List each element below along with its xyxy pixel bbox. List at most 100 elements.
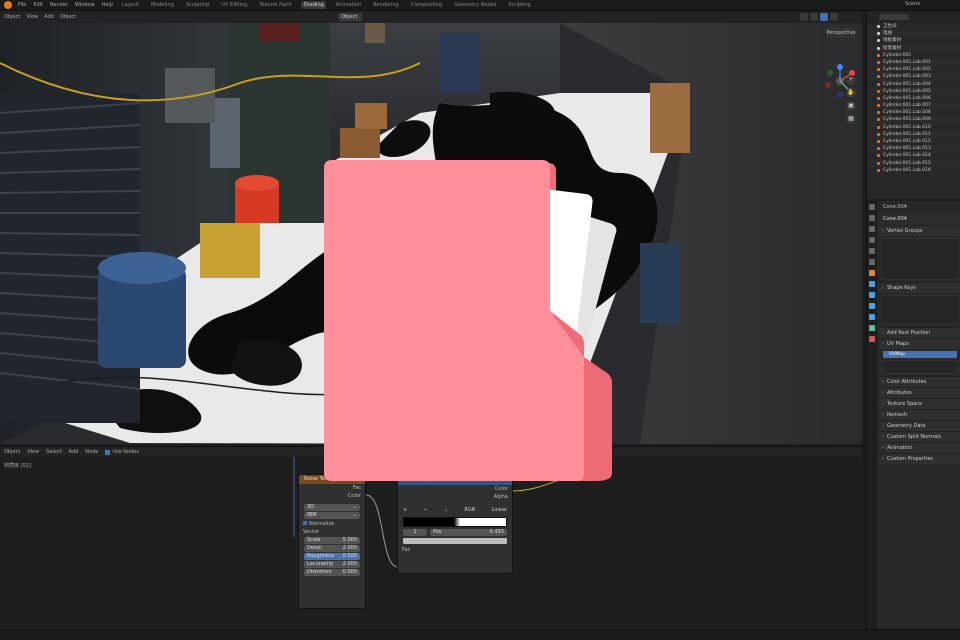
mode-dropdown[interactable]: Object bbox=[338, 13, 362, 21]
outliner-item[interactable]: Cylinder.001.Lab.001 bbox=[867, 58, 960, 67]
wireframe-shading-button[interactable] bbox=[800, 13, 808, 21]
lacunarity-field[interactable]: Lacunarity 2.000 bbox=[304, 561, 360, 568]
tab-uv-editing[interactable]: UV Editing bbox=[219, 1, 249, 9]
section-color-attributes[interactable]: Color Attributes bbox=[879, 376, 960, 388]
type-dropdown[interactable]: fBM ⌄ bbox=[304, 512, 360, 519]
constraints-tab-icon[interactable] bbox=[869, 314, 875, 320]
menu-window[interactable]: Window bbox=[75, 2, 95, 8]
noise-texture-node[interactable]: Noise Texture Fac Color 3D ⌄ fBM ⌄ Normali… bbox=[298, 474, 366, 609]
outliner-item[interactable]: Cylinder.001.Lab.003 bbox=[867, 73, 960, 81]
distortion-field[interactable]: Distortion 0.000 bbox=[304, 569, 360, 576]
physics-tab-icon[interactable] bbox=[869, 303, 875, 309]
outliner-item[interactable]: Cylinder.001.Lab.012 bbox=[867, 138, 960, 145]
outliner-item[interactable]: Cylinder.001 bbox=[867, 52, 960, 59]
section-uv-maps[interactable]: UV Maps bbox=[879, 338, 960, 350]
add-stop-icon[interactable]: + bbox=[403, 507, 407, 513]
section-custom-properties[interactable]: Custom Properties bbox=[879, 453, 960, 465]
uv-maps-list[interactable] bbox=[881, 360, 959, 374]
ne-menu-view[interactable]: View bbox=[27, 449, 39, 455]
outliner-item[interactable]: 卫生间 bbox=[867, 23, 960, 30]
outliner-item[interactable]: 地板素材 bbox=[867, 37, 960, 44]
outliner-item[interactable]: Cylinder.001.Lab.013 bbox=[867, 145, 960, 153]
viewport-menu-view[interactable]: View bbox=[26, 14, 38, 20]
section-shape-keys[interactable]: Shape Keys bbox=[879, 282, 960, 294]
tab-texture-paint[interactable]: Texture Paint bbox=[257, 1, 293, 9]
outliner-item[interactable]: Cylinder.001.Lab.015 bbox=[867, 159, 960, 167]
tab-compositing[interactable]: Compositing bbox=[409, 1, 444, 9]
material-shading-button[interactable] bbox=[820, 13, 828, 21]
object-tab-icon[interactable] bbox=[869, 270, 875, 276]
outliner-item[interactable]: Cylinder.001.Lab.009 bbox=[867, 116, 960, 124]
rendered-shading-button[interactable] bbox=[830, 13, 838, 21]
normalize-checkbox[interactable] bbox=[303, 521, 307, 525]
section-add-rest-position[interactable]: Add Rest Position bbox=[879, 327, 960, 339]
scene-selector[interactable]: Scene bbox=[905, 1, 920, 7]
render-tab-icon[interactable] bbox=[869, 215, 875, 221]
pan-hand-icon[interactable]: ✋ bbox=[846, 88, 856, 98]
scene-tab-icon[interactable] bbox=[869, 248, 875, 254]
viewport-menu-object[interactable]: Object bbox=[4, 14, 20, 20]
outliner-item[interactable]: Cylinder.001.Lab.014 bbox=[867, 152, 960, 159]
viewport-menu-add[interactable]: Add bbox=[44, 14, 54, 20]
solid-shading-button[interactable] bbox=[810, 13, 818, 21]
scale-field[interactable]: Scale 5.000 bbox=[304, 537, 360, 544]
tab-modeling[interactable]: Modeling bbox=[149, 1, 176, 9]
world-tab-icon[interactable] bbox=[869, 259, 875, 265]
material-tab-icon[interactable] bbox=[869, 336, 875, 342]
outliner-item[interactable]: Cylinder.001.Lab.011 bbox=[867, 130, 960, 138]
tab-rendering[interactable]: Rendering bbox=[371, 1, 401, 9]
stop-index-field[interactable]: 1 bbox=[403, 529, 427, 536]
tab-animation[interactable]: Animation bbox=[334, 1, 364, 9]
menu-help[interactable]: Help bbox=[102, 2, 113, 8]
stop-pos-field[interactable]: Pos 0.493 bbox=[430, 529, 507, 536]
outliner-item[interactable]: Cylinder.001.Lab.006 bbox=[867, 95, 960, 102]
section-texture-space[interactable]: Texture Space bbox=[879, 398, 960, 410]
tool-tab-icon[interactable] bbox=[869, 204, 875, 210]
outliner-item[interactable]: Cylinder.001.Lab.010 bbox=[867, 124, 960, 131]
data-tab-icon[interactable] bbox=[869, 325, 875, 331]
vertex-groups-list[interactable] bbox=[881, 238, 959, 280]
stop-color-swatch[interactable] bbox=[403, 538, 507, 544]
menu-edit[interactable]: Edit bbox=[33, 2, 43, 8]
ramp-gradient-bar[interactable] bbox=[403, 517, 507, 527]
view-layer-tab-icon[interactable] bbox=[869, 237, 875, 243]
outliner-item[interactable]: 电线 bbox=[867, 30, 960, 38]
tab-geometry-nodes[interactable]: Geometry Nodes bbox=[452, 1, 498, 9]
outliner-item[interactable]: Cylinder.001.Lab.007 bbox=[867, 102, 960, 110]
outliner-item[interactable]: Cylinder.001.Lab.002 bbox=[867, 66, 960, 73]
dimensions-dropdown[interactable]: 3D ⌄ bbox=[304, 504, 360, 511]
particles-tab-icon[interactable] bbox=[869, 292, 875, 298]
outliner-item[interactable]: Cylinder.001.Lab.008 bbox=[867, 109, 960, 116]
ne-menu-select[interactable]: Select bbox=[46, 449, 61, 455]
output-tab-icon[interactable] bbox=[869, 226, 875, 232]
use-nodes-checkbox[interactable] bbox=[105, 449, 111, 455]
outliner-item[interactable]: Cylinder.001.Lab.016 bbox=[867, 167, 960, 174]
section-attributes[interactable]: Attributes bbox=[879, 387, 960, 399]
roughness-field[interactable]: Roughness 0.500 bbox=[304, 553, 360, 560]
modifier-tab-icon[interactable] bbox=[869, 281, 875, 287]
section-remesh[interactable]: Remesh bbox=[879, 409, 960, 421]
outliner-item[interactable]: Cylinder.001.Lab.004 bbox=[867, 81, 960, 88]
shape-keys-list[interactable] bbox=[881, 295, 959, 325]
tab-scripting[interactable]: Scripting bbox=[506, 1, 532, 9]
menu-file[interactable]: File bbox=[18, 2, 26, 8]
tab-shading[interactable]: Shading bbox=[301, 1, 326, 9]
detail-field[interactable]: Detail 2.000 bbox=[304, 545, 360, 552]
menu-render[interactable]: Render bbox=[50, 2, 68, 8]
tab-sculpting[interactable]: Sculpting bbox=[184, 1, 211, 9]
color-ramp-node[interactable]: Color Ramp Color Alpha + − ⌄ RGB Linear … bbox=[397, 475, 513, 574]
remove-stop-icon[interactable]: − bbox=[423, 507, 427, 513]
ne-menu-node[interactable]: Node bbox=[85, 449, 98, 455]
section-animation[interactable]: Animation bbox=[879, 442, 960, 454]
ne-menu-add[interactable]: Add bbox=[69, 449, 79, 455]
ramp-mode[interactable]: RGB bbox=[464, 507, 475, 513]
outliner-search-input[interactable] bbox=[879, 14, 909, 20]
viewport-menu-object2[interactable]: Object bbox=[60, 14, 76, 20]
object-name-field[interactable]: Cone.004 bbox=[879, 213, 960, 225]
ramp-menu-icon[interactable]: ⌄ bbox=[444, 507, 448, 513]
outliner-item[interactable]: 街景素材 bbox=[867, 44, 960, 52]
tab-layout[interactable]: Layout bbox=[120, 1, 141, 9]
normalize-row[interactable]: Normalize bbox=[299, 520, 365, 528]
section-vertex-groups[interactable]: Vertex Groups bbox=[879, 225, 960, 237]
blender-logo-icon[interactable] bbox=[4, 1, 12, 9]
